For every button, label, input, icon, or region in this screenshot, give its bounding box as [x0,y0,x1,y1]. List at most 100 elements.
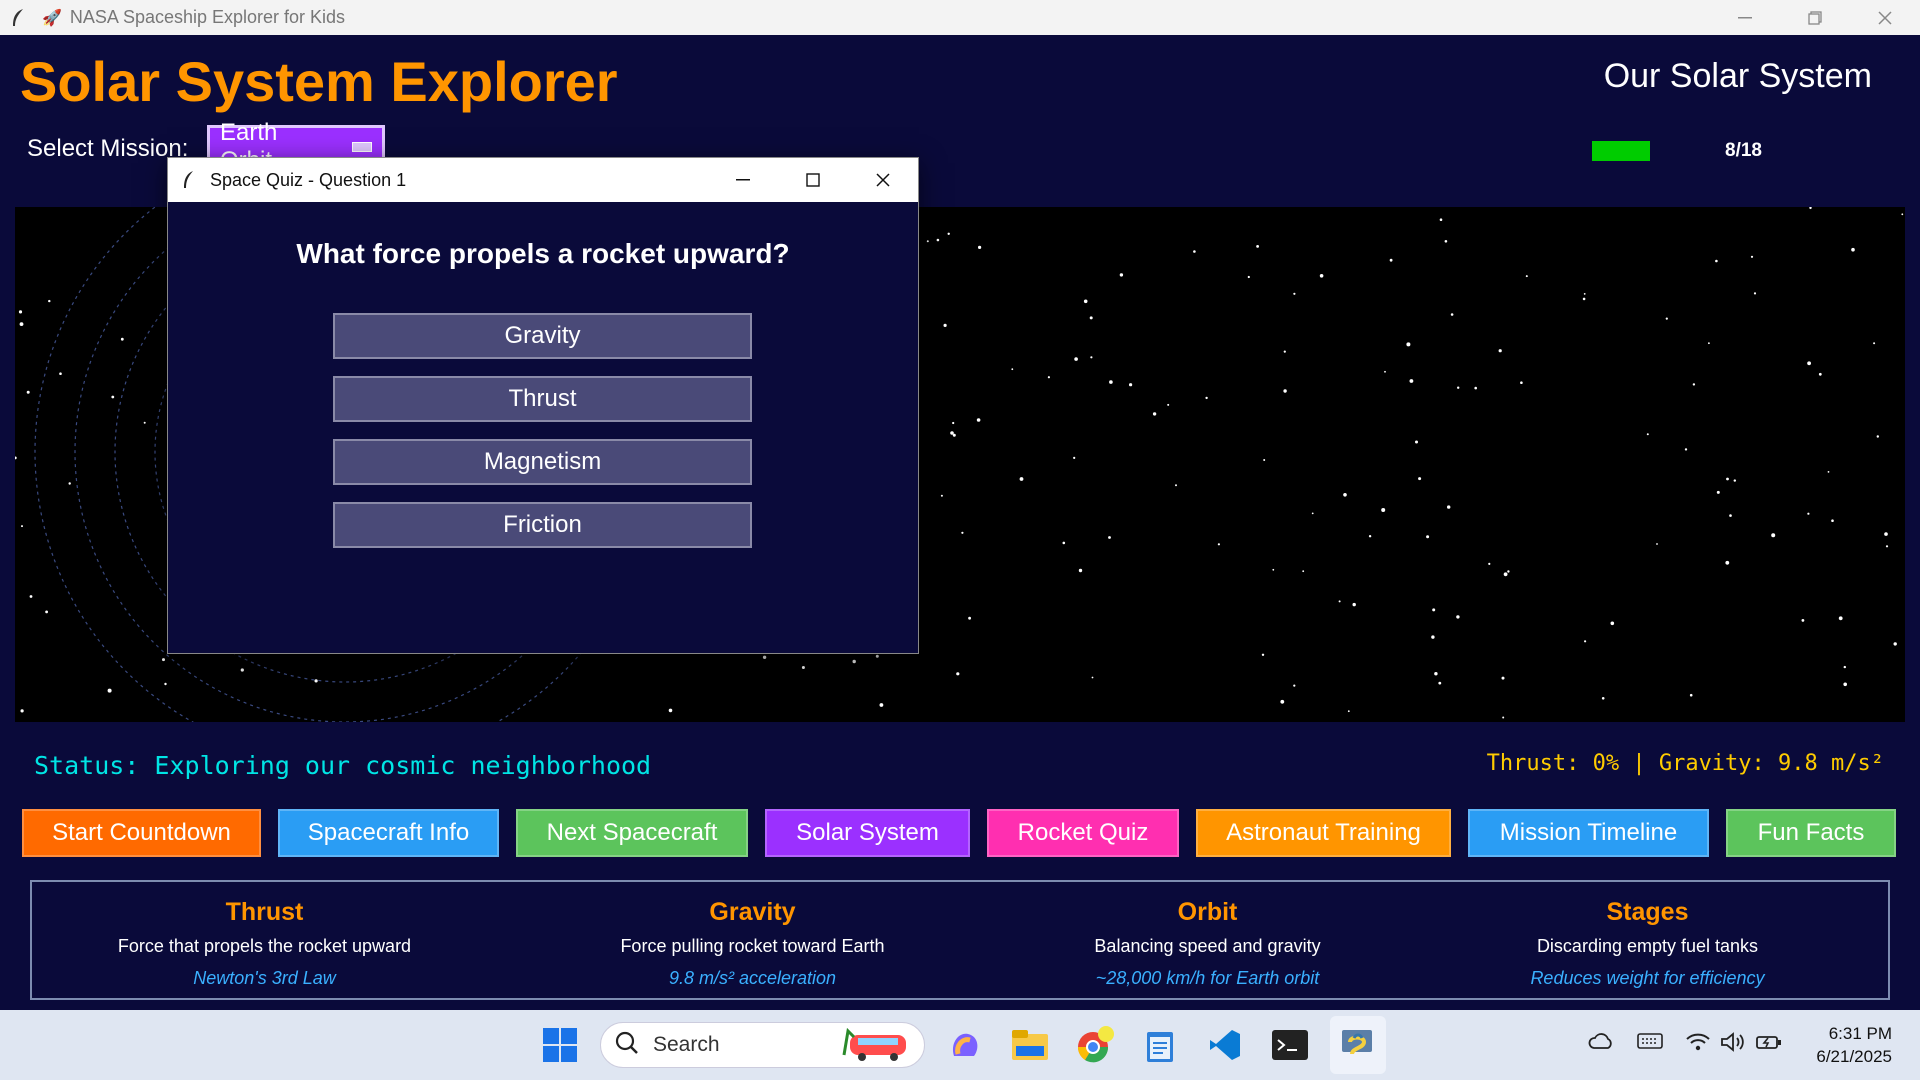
notepad-icon[interactable] [1135,1010,1185,1080]
keyboard-icon[interactable] [1637,1032,1663,1056]
taskbar-clock[interactable]: 6:31 PM 6/21/2025 [1816,1022,1892,1068]
file-explorer-icon[interactable] [1005,1010,1055,1080]
info-stages: Stages Discarding empty fuel tanks Reduc… [1415,882,1880,989]
star [1503,572,1508,577]
star [968,616,971,620]
star [1175,484,1177,487]
cloud-icon[interactable] [1588,1032,1614,1056]
wifi-icon[interactable] [1685,1032,1711,1058]
star [1011,368,1014,371]
star [1876,435,1880,438]
dialog-close-button[interactable] [848,158,918,202]
star [1073,456,1076,459]
star [1684,448,1688,451]
fun-facts-button[interactable]: Fun Facts [1726,809,1896,857]
star [801,666,805,669]
answer-thrust-button[interactable]: Thrust [333,376,752,422]
star [1293,292,1296,295]
star [1646,433,1649,436]
start-countdown-button[interactable]: Start Countdown [22,809,261,857]
star [668,708,673,713]
minimize-button[interactable] [1710,0,1780,35]
taskbar-search[interactable]: Search [600,1022,925,1068]
star [1584,640,1587,643]
info-heading: Stages [1606,898,1689,926]
star [1019,477,1024,481]
quiz-dialog: Space Quiz - Question 1 What force prope… [167,157,919,654]
star [1750,255,1754,258]
copilot-icon[interactable] [940,1010,990,1080]
dialog-minimize-button[interactable] [708,158,778,202]
terminal-icon[interactable] [1265,1010,1315,1080]
answer-magnetism-button[interactable]: Magnetism [333,439,752,485]
star [1610,621,1615,626]
star [1381,508,1386,512]
star [1809,207,1812,210]
clock-date: 6/21/2025 [1816,1047,1892,1066]
progress-bar [1592,141,1723,161]
star [26,390,30,394]
restore-button[interactable] [1780,0,1850,35]
rocket-quiz-button[interactable]: Rocket Quiz [987,809,1179,857]
star [1083,299,1088,304]
star [1807,361,1811,366]
star [926,240,929,243]
info-gravity: Gravity Force pulling rocket toward Eart… [520,882,985,989]
star [762,655,767,659]
info-note: 9.8 m/s² acceleration [668,968,837,988]
star [1708,342,1710,345]
star [1715,259,1718,263]
star [852,659,856,664]
star [1520,381,1523,384]
star [1725,560,1730,565]
chrome-icon[interactable] [1070,1010,1120,1080]
star [875,654,879,658]
star [1302,570,1305,573]
star [1656,543,1658,545]
mission-label: Select Mission: [27,135,189,162]
star [1193,250,1196,253]
star [1438,681,1442,685]
star [1716,490,1720,494]
info-heading: Orbit [1177,898,1238,926]
battery-icon[interactable] [1756,1032,1782,1058]
star [1280,699,1285,704]
star [1456,615,1460,619]
feather-icon [182,170,198,190]
star [1152,412,1157,416]
star [1733,479,1737,482]
volume-icon[interactable] [1720,1032,1746,1058]
window-titlebar: 🚀 NASA Spaceship Explorer for Kids [0,0,1920,35]
star [1368,535,1372,538]
search-icon [615,1031,639,1060]
physics-readout: Thrust: 0% | Gravity: 9.8 m/s² [1486,751,1884,776]
action-buttons: Start Countdown Spacecraft Info Next Spa… [0,809,1920,859]
solar-system-button[interactable]: Solar System [765,809,970,857]
star [956,672,960,676]
star [1893,642,1897,646]
mission-timeline-button[interactable]: Mission Timeline [1468,809,1709,857]
python-app-icon[interactable] [1330,1016,1386,1074]
close-button[interactable] [1850,0,1920,35]
window-title: NASA Spaceship Explorer for Kids [69,7,346,27]
star [1384,370,1386,373]
spacecraft-info-button[interactable]: Spacecraft Info [278,809,499,857]
answer-gravity-button[interactable]: Gravity [333,313,752,359]
mission-progress: 8/18 [1592,140,1762,162]
star [1457,386,1460,389]
next-spacecraft-button[interactable]: Next Spacecraft [516,809,748,857]
feather-icon [8,8,28,28]
star [111,395,115,399]
star [1502,716,1505,719]
windows-start-icon[interactable] [535,1010,585,1080]
answer-friction-button[interactable]: Friction [333,502,752,548]
star [1261,653,1265,656]
star [976,418,981,422]
info-orbit: Orbit Balancing speed and gravity ~28,00… [975,882,1440,989]
star [1090,356,1093,359]
astronaut-training-button[interactable]: Astronaut Training [1196,809,1451,857]
star [1432,608,1436,612]
dialog-maximize-button[interactable] [778,158,848,202]
vscode-icon[interactable] [1200,1010,1250,1080]
search-placeholder: Search [653,1033,720,1056]
